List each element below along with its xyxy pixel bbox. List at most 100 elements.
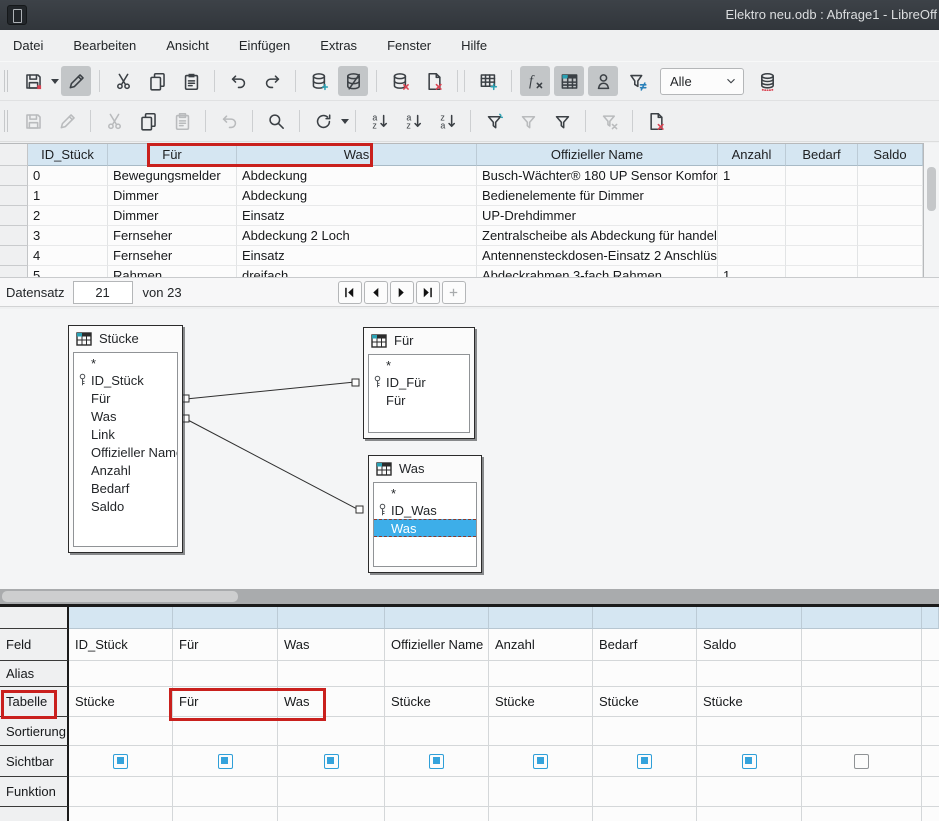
sortierung-cell[interactable] [173, 717, 278, 746]
cell[interactable]: Einsatz [237, 206, 477, 226]
cell[interactable] [858, 246, 923, 266]
redo-button[interactable] [257, 66, 287, 96]
cell[interactable] [858, 206, 923, 226]
sort-button[interactable]: az [364, 106, 394, 136]
scrollbar-thumb[interactable] [927, 167, 936, 211]
sichtbar-checkbox[interactable] [742, 754, 757, 769]
funktion-cell[interactable] [697, 777, 802, 807]
cell[interactable]: 5 [28, 266, 108, 277]
funktion-cell[interactable] [278, 777, 385, 807]
design-horizontal-scrollbar[interactable] [0, 589, 939, 604]
feld-cell[interactable] [802, 629, 922, 661]
alias-cell[interactable] [69, 661, 173, 687]
refresh-button[interactable] [308, 106, 338, 136]
column-header-saldo[interactable]: Saldo [858, 144, 923, 166]
table-box-title[interactable]: Stücke [69, 326, 182, 351]
field-row[interactable]: Offizieller Name [74, 443, 177, 461]
funktion-cell[interactable] [802, 777, 922, 807]
cell[interactable]: dreifach [237, 266, 477, 277]
sort-ascending-button[interactable]: az [398, 106, 428, 136]
tabelle-cell[interactable]: Was [278, 687, 385, 717]
design-column-header[interactable] [802, 607, 922, 629]
design-view-button[interactable] [554, 66, 584, 96]
column-header-anzahl[interactable]: Anzahl [718, 144, 786, 166]
design-column-header[interactable] [593, 607, 697, 629]
insert-record-button[interactable] [304, 66, 334, 96]
field-row[interactable]: Bedarf [74, 479, 177, 497]
cell[interactable] [718, 206, 786, 226]
cell[interactable]: Fernseher [108, 246, 237, 266]
join-handle[interactable] [182, 415, 189, 422]
tabelle-cell[interactable]: Stücke [385, 687, 489, 717]
cell[interactable] [786, 166, 858, 186]
alias-cell[interactable] [489, 661, 593, 687]
design-table-fuer[interactable]: Für * ID_Für Für [363, 327, 475, 439]
feld-cell[interactable]: Was [278, 629, 385, 661]
cell[interactable]: Dimmer [108, 206, 237, 226]
cell[interactable]: Bedienelemente für Dimmer [477, 186, 718, 206]
funktion-cell[interactable] [593, 777, 697, 807]
cell[interactable]: Antennensteckdosen-Einsatz 2 Anschlüss [477, 246, 718, 266]
sichtbar-checkbox[interactable] [854, 754, 869, 769]
cell[interactable]: Abdeckrahmen 3-fach Rahmen [477, 266, 718, 277]
filter-combobox[interactable]: Alle [660, 68, 744, 95]
cell[interactable] [858, 226, 923, 246]
cell[interactable]: 1 [718, 166, 786, 186]
feld-cell[interactable]: Saldo [697, 629, 802, 661]
edit-data-button[interactable] [338, 66, 368, 96]
menu-datei[interactable]: Datei [2, 33, 54, 58]
tabelle-cell[interactable]: Für [173, 687, 278, 717]
field-row[interactable]: * [374, 483, 476, 501]
field-row[interactable]: Was [74, 407, 177, 425]
funktion-cell[interactable] [489, 777, 593, 807]
first-record-button[interactable] [338, 281, 362, 304]
design-column-header[interactable] [385, 607, 489, 629]
filter-neq-button[interactable] [622, 66, 652, 96]
cell[interactable]: 0 [28, 166, 108, 186]
cell[interactable]: 2 [28, 206, 108, 226]
alias-cell[interactable] [593, 661, 697, 687]
toolbar-drag-handle[interactable] [4, 70, 8, 92]
distinct-values-button[interactable] [588, 66, 618, 96]
cell[interactable] [718, 226, 786, 246]
cell[interactable]: 4 [28, 246, 108, 266]
save-dropdown-caret[interactable] [51, 79, 59, 84]
sichtbar-checkbox[interactable] [533, 754, 548, 769]
column-header-id-stueck[interactable]: ID_Stück [28, 144, 108, 166]
cell[interactable]: Einsatz [237, 246, 477, 266]
alias-cell[interactable] [278, 661, 385, 687]
query-design-area[interactable]: Stücke * ID_Stück Für Was Link Offiziell… [0, 309, 939, 589]
row-selector[interactable] [0, 166, 28, 186]
menu-extras[interactable]: Extras [309, 33, 368, 58]
delete-record-button[interactable] [419, 66, 449, 96]
cell[interactable]: Fernseher [108, 226, 237, 246]
delete-record-button-2[interactable] [641, 106, 671, 136]
cell[interactable]: Busch-Wächter® 180 UP Sensor Komfort [477, 166, 718, 186]
cell[interactable] [786, 226, 858, 246]
menu-fenster[interactable]: Fenster [376, 33, 442, 58]
previous-record-button[interactable] [364, 281, 388, 304]
sortierung-cell[interactable] [802, 717, 922, 746]
funktion-cell[interactable] [173, 777, 278, 807]
data-source-button[interactable] [752, 66, 782, 96]
alias-cell[interactable] [385, 661, 489, 687]
row-selector[interactable] [0, 226, 28, 246]
field-row[interactable]: Link [74, 425, 177, 443]
cell[interactable]: Dimmer [108, 186, 237, 206]
apply-filter-button[interactable] [547, 106, 577, 136]
design-table-was[interactable]: Was * ID_Was Was [368, 455, 482, 573]
refresh-dropdown-caret[interactable] [341, 119, 349, 124]
cell[interactable]: 1 [718, 266, 786, 277]
funktion-cell[interactable] [69, 777, 173, 807]
sichtbar-checkbox[interactable] [113, 754, 128, 769]
find-record-button[interactable] [261, 106, 291, 136]
grid-corner[interactable] [0, 144, 28, 166]
functions-button[interactable]: f [520, 66, 550, 96]
tabelle-cell[interactable] [802, 687, 922, 717]
menu-hilfe[interactable]: Hilfe [450, 33, 498, 58]
cut-button[interactable] [108, 66, 138, 96]
cell[interactable] [786, 186, 858, 206]
menu-einfuegen[interactable]: Einfügen [228, 33, 301, 58]
sichtbar-checkbox[interactable] [429, 754, 444, 769]
alias-cell[interactable] [802, 661, 922, 687]
